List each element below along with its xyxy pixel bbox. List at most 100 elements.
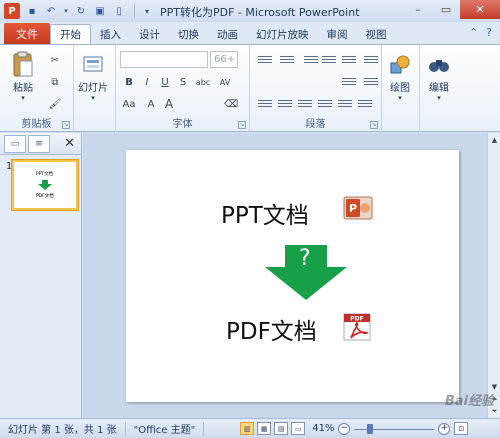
theme-name[interactable]: "Office 主题" [126, 421, 205, 436]
format-painter-icon[interactable]: 🖌 [48, 97, 62, 111]
paste-dropdown-icon: ▾ [21, 94, 25, 102]
align-left-icon[interactable] [258, 98, 272, 110]
outline-tab-icon[interactable]: ≡ [28, 134, 50, 153]
new-document-icon[interactable]: ▯ [111, 3, 127, 19]
smartart-icon[interactable] [364, 76, 378, 88]
pdf-file-icon: PDF [343, 313, 371, 341]
window-controls: – ▭ ✕ [404, 0, 500, 19]
grow-font-button[interactable]: A [162, 97, 176, 111]
clear-formatting-icon[interactable]: ⌫ [224, 97, 238, 111]
slides-tab-icon[interactable]: ▭ [4, 134, 26, 153]
close-icon[interactable]: ✕ [460, 0, 500, 19]
slide-editing-area: PPT文档 P ? PDF文档 PDF ▲ ▼ ⏶ ⏷ [83, 133, 500, 418]
tab-review[interactable]: 审阅 [318, 24, 357, 44]
slide-thumbnail[interactable]: PPT文档 PDF文档 [12, 160, 78, 210]
slides-panel: ▭ ≡ ✕ 1 PPT文档 PDF文档 [0, 133, 82, 418]
slide-title-pdf[interactable]: PDF文档 [226, 312, 317, 346]
tab-animations[interactable]: 动画 [208, 24, 247, 44]
print-preview-icon[interactable]: ▣ [92, 3, 108, 19]
shadow-button[interactable]: abc [194, 75, 212, 89]
bullets-icon[interactable] [258, 54, 272, 66]
slide-title-ppt[interactable]: PPT文档 [221, 196, 309, 230]
new-slide-button[interactable]: 幻灯片 ▾ [78, 51, 108, 102]
pdf-badge-text: PDF [350, 316, 363, 323]
maximize-icon[interactable]: ▭ [432, 0, 460, 19]
collapse-ribbon-icon[interactable]: ⌃ [469, 26, 478, 39]
clipboard-group: 粘贴 ▾ ✂ ⧉ 🖌 剪贴板 ↘ [0, 45, 74, 132]
undo-dropdown-icon[interactable]: ▾ [62, 3, 70, 19]
svg-text:P: P [349, 202, 357, 215]
quick-access-toolbar: ▪ ↶ ▾ ↻ ▣ ▯ ▾ [24, 3, 158, 19]
paragraph-group-label: 段落 [305, 119, 326, 130]
tab-view[interactable]: 视图 [357, 24, 396, 44]
help-icon[interactable]: ? [486, 26, 492, 39]
ribbon-tab-bar: 文件 开始 插入 设计 切换 动画 幻灯片放映 审阅 视图 ⌃ ? [0, 22, 500, 44]
align-text-icon[interactable] [342, 76, 356, 88]
change-case-button[interactable]: Aa [122, 97, 136, 111]
zoom-in-icon[interactable]: + [438, 422, 451, 435]
drawing-button[interactable]: 绘图 ▾ [387, 51, 413, 102]
bold-button[interactable]: B [122, 75, 136, 89]
minimize-icon[interactable]: – [404, 0, 432, 19]
char-spacing-button[interactable]: AV [216, 75, 234, 89]
line-spacing-icon[interactable] [342, 54, 356, 66]
font-launcher-icon[interactable]: ↘ [238, 121, 246, 129]
qat-separator [134, 4, 135, 18]
scroll-up-icon[interactable]: ▲ [489, 134, 500, 146]
editing-button[interactable]: 编辑 ▾ [426, 51, 452, 102]
ribbon-home: 粘贴 ▾ ✂ ⧉ 🖌 剪贴板 ↘ 幻灯片 ▾ 66+ B I U S abc A… [0, 44, 500, 132]
status-bar: 幻灯片 第 1 张，共 1 张 "Office 主题" ▥ ▦ ▤ ▭ 41% … [0, 418, 500, 438]
tab-design[interactable]: 设计 [130, 24, 169, 44]
convert-smartart-icon[interactable] [358, 98, 372, 110]
zoom-level[interactable]: 41% [312, 423, 334, 434]
numbering-icon[interactable] [280, 54, 294, 66]
slide[interactable]: PPT文档 P ? PDF文档 PDF [126, 150, 459, 402]
strikethrough-button[interactable]: S [176, 75, 190, 89]
justify-icon[interactable] [318, 98, 332, 110]
fit-to-window-icon[interactable]: ⊡ [454, 422, 469, 435]
zoom-slider-track [354, 428, 435, 430]
save-icon[interactable]: ▪ [24, 3, 40, 19]
decrease-indent-icon[interactable] [304, 54, 318, 66]
tab-insert[interactable]: 插入 [91, 24, 130, 44]
reading-view-icon[interactable]: ▤ [274, 422, 289, 435]
tab-file[interactable]: 文件 [4, 23, 50, 44]
paragraph-launcher-icon[interactable]: ↘ [370, 121, 378, 129]
tab-slideshow[interactable]: 幻灯片放映 [247, 24, 318, 44]
tab-home[interactable]: 开始 [50, 24, 91, 44]
font-name-combobox[interactable] [120, 51, 208, 68]
zoom-slider[interactable] [354, 423, 435, 435]
copy-icon[interactable]: ⧉ [48, 75, 62, 89]
italic-button[interactable]: I [140, 75, 154, 89]
zoom-slider-thumb[interactable] [367, 423, 374, 434]
zoom-out-icon[interactable]: − [338, 422, 351, 435]
baidu-watermark: Bai经验 [444, 394, 494, 409]
align-center-icon[interactable] [278, 98, 292, 110]
cut-icon[interactable]: ✂ [48, 53, 62, 67]
close-panel-icon[interactable]: ✕ [64, 136, 75, 151]
customize-qat-icon[interactable]: ▾ [139, 3, 155, 19]
columns-icon[interactable] [338, 98, 352, 110]
new-slide-dropdown-icon: ▾ [91, 94, 95, 102]
tab-transitions[interactable]: 切换 [169, 24, 208, 44]
powerpoint-app-icon[interactable]: P [4, 3, 20, 19]
window-title: PPT转化为PDF - Microsoft PowerPoint [160, 6, 360, 19]
slide-sorter-icon[interactable]: ▦ [257, 422, 272, 435]
undo-icon[interactable]: ↶ [43, 3, 59, 19]
vertical-scrollbar[interactable]: ▲ ▼ ⏶ ⏷ [487, 133, 500, 418]
increase-indent-icon[interactable] [322, 54, 336, 66]
font-size-combobox[interactable]: 66+ [210, 51, 238, 68]
drawing-dropdown-icon: ▾ [398, 94, 402, 102]
slideshow-view-icon[interactable]: ▭ [291, 422, 306, 435]
underline-button[interactable]: U [158, 75, 172, 89]
align-right-icon[interactable] [298, 98, 312, 110]
normal-view-icon[interactable]: ▥ [240, 422, 255, 435]
font-color-button[interactable]: A [144, 97, 158, 111]
paste-icon [10, 51, 36, 79]
redo-icon[interactable]: ↻ [73, 3, 89, 19]
thumb-arrow-icon [38, 180, 52, 190]
clipboard-launcher-icon[interactable]: ↘ [62, 121, 70, 129]
text-direction-icon[interactable] [364, 54, 378, 66]
paste-button[interactable]: 粘贴 ▾ [10, 51, 36, 102]
slide-counter: 幻灯片 第 1 张，共 1 张 [0, 421, 126, 436]
